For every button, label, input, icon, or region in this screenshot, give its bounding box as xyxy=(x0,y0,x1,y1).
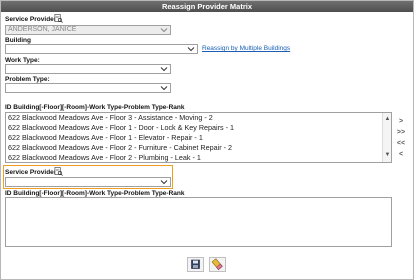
list-item[interactable]: 622 Blackwood Meadows Ave - Floor 1 - Do… xyxy=(6,123,391,133)
move-all-right-button[interactable]: >> xyxy=(395,128,407,137)
service-provider-value: ANDERSON, JANICE xyxy=(8,26,77,33)
save-icon xyxy=(191,259,200,269)
list-item[interactable]: 622 Blackwood Meadows Ave - Floor 2 - Fu… xyxy=(6,143,391,153)
eraser-icon xyxy=(211,258,223,270)
window-title: Reassign Provider Matrix xyxy=(1,1,413,12)
work-type-label: Work Type: xyxy=(5,57,40,64)
save-button[interactable] xyxy=(187,257,204,272)
chevron-down-icon xyxy=(160,180,168,185)
listbox-scrollbar[interactable]: ▲ ▼ xyxy=(382,113,391,162)
scroll-down-icon[interactable]: ▼ xyxy=(384,152,391,159)
lookup-icon[interactable] xyxy=(54,167,63,176)
problem-type-label: Problem Type: xyxy=(5,76,50,83)
reassign-multiple-buildings-link[interactable]: Reassign by Multiple Buildings xyxy=(202,45,290,52)
service-provider-select[interactable]: ANDERSON, JANICE xyxy=(5,25,171,35)
target-service-provider-select[interactable] xyxy=(5,177,171,187)
list-item[interactable]: 622 Blackwood Meadows Ave - Floor 1 - El… xyxy=(6,133,391,143)
reassign-provider-dialog: Reassign Provider Matrix Service Provide… xyxy=(0,0,414,280)
target-list-header: ID Building[-Floor][-Room]-Work Type-Pro… xyxy=(5,190,185,197)
source-list-header: ID Building[-Floor][-Room]-Work Type-Pro… xyxy=(5,104,185,111)
building-select[interactable] xyxy=(5,44,198,54)
source-listbox[interactable]: 622 Blackwood Meadows Ave - Floor 3 - As… xyxy=(5,112,392,163)
scroll-up-icon[interactable]: ▲ xyxy=(384,116,391,123)
building-label: Building xyxy=(5,37,31,44)
move-selected-left-button[interactable]: < xyxy=(395,150,407,159)
work-type-select[interactable] xyxy=(5,64,171,74)
list-item[interactable]: 622 Blackwood Meadows Ave - Floor 2 - Pl… xyxy=(6,153,391,162)
target-listbox[interactable] xyxy=(5,197,392,247)
service-provider-label: Service Provider: xyxy=(5,16,59,23)
lookup-icon[interactable] xyxy=(54,14,63,23)
list-item[interactable]: 622 Blackwood Meadows Ave - Floor 3 - As… xyxy=(6,113,391,123)
chevron-down-icon xyxy=(160,67,168,72)
move-selected-right-button[interactable]: > xyxy=(395,117,407,126)
chevron-down-icon xyxy=(187,47,195,52)
clear-button[interactable] xyxy=(209,257,226,272)
target-service-provider-label: Service Provider: xyxy=(5,169,59,176)
problem-type-select[interactable] xyxy=(5,83,171,93)
move-all-left-button[interactable]: << xyxy=(395,139,407,148)
chevron-down-icon xyxy=(160,28,168,33)
chevron-down-icon xyxy=(160,86,168,91)
